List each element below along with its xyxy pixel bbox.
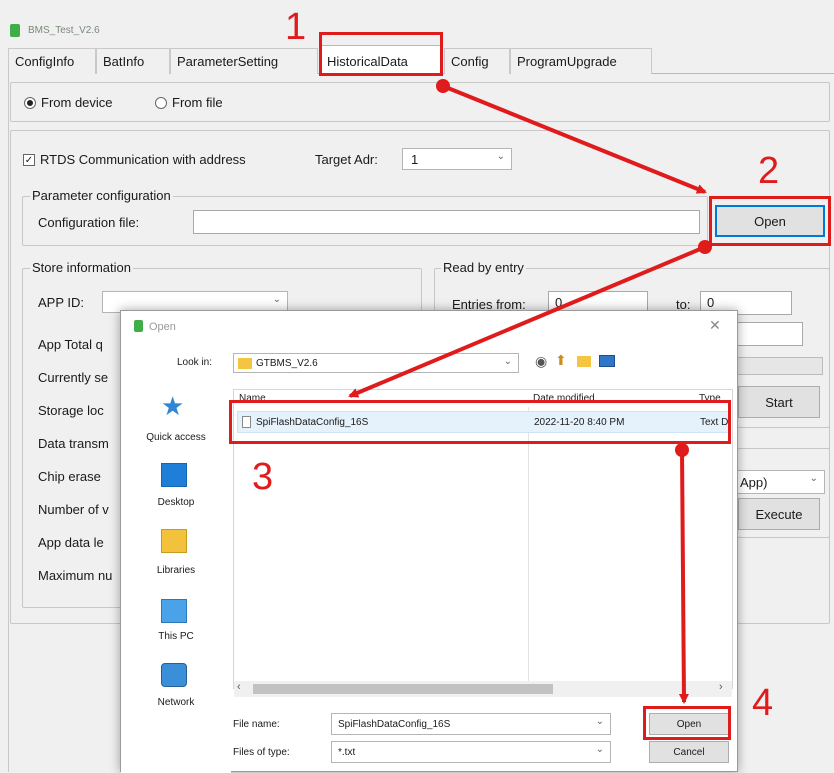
annotation-label-1: 1 [285,6,307,48]
annotation-dot-2 [698,240,712,254]
annotation-arrows [348,84,707,704]
annotation-dot-3 [675,443,689,457]
arrow-step-2-3 [348,245,706,398]
annotation-label-2: 2 [758,150,780,192]
arrow-step-3-4 [678,449,689,704]
annotation-label-3: 3 [252,456,274,498]
arrow-step-1-2 [442,84,707,194]
annotation-dot-1 [436,79,450,93]
annotation-label-4: 4 [752,682,774,724]
